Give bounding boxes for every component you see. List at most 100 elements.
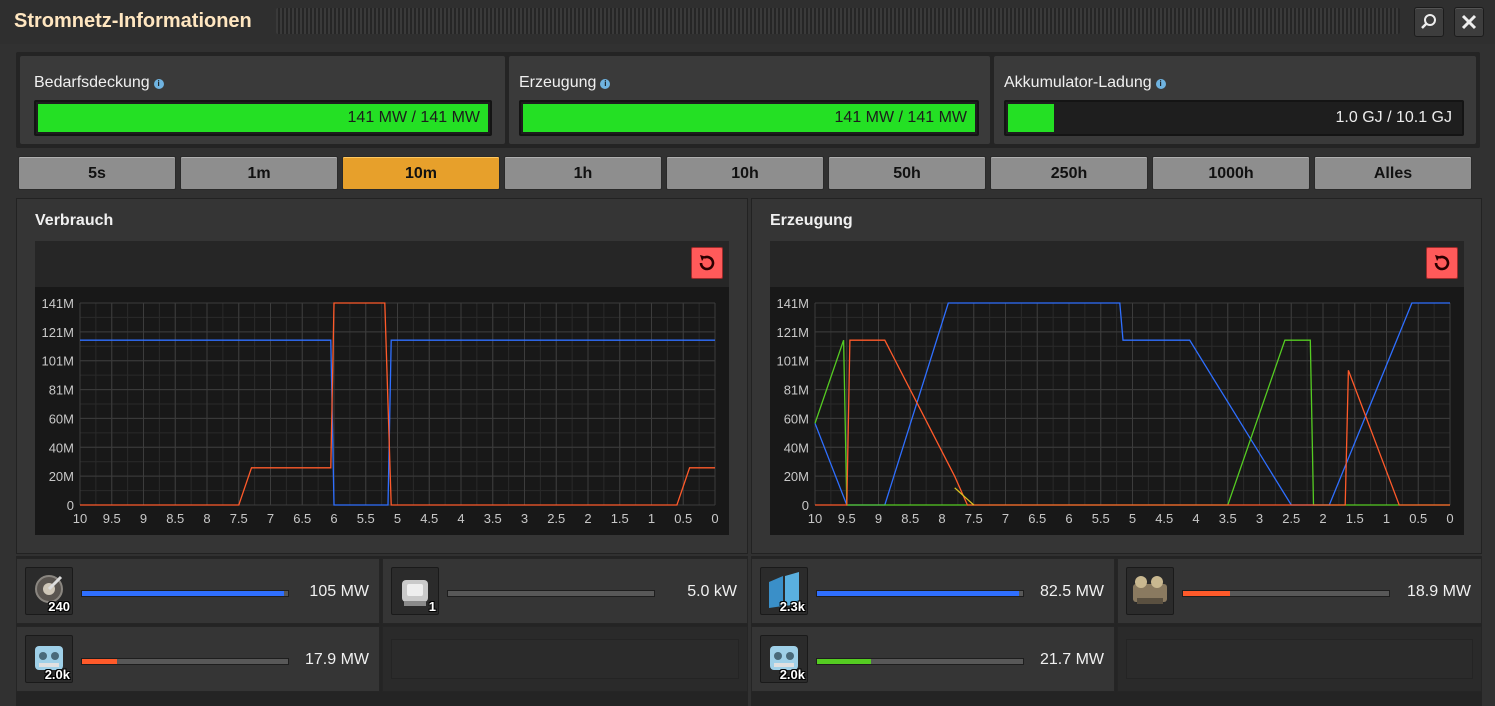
- x-tick-label: 3.5: [484, 511, 502, 526]
- x-tick-label: 8: [938, 511, 945, 526]
- stats-section: Bedarfsdeckung i 141 MW / 141 MW Erzeugun…: [16, 52, 1480, 148]
- x-tick-label: 6: [330, 511, 337, 526]
- tab-10h[interactable]: 10h: [666, 156, 824, 190]
- search-button[interactable]: [1414, 7, 1444, 37]
- x-tick-label: 2.5: [1282, 511, 1300, 526]
- accumulator-icon: 2.0k: [25, 635, 73, 683]
- bar-fill: [1008, 104, 1054, 132]
- x-tick-label: 4.5: [1155, 511, 1173, 526]
- stat-label: Bedarfsdeckung: [34, 74, 150, 91]
- output-fill: [817, 659, 871, 664]
- tab-1m[interactable]: 1m: [180, 156, 338, 190]
- y-tick-label: 121M: [776, 325, 809, 340]
- y-tick-label: 60M: [49, 411, 74, 426]
- list-item[interactable]: 1 5.0 kW: [382, 558, 748, 624]
- usage-fill: [82, 659, 118, 664]
- panel-title: Verbrauch: [35, 212, 114, 229]
- tab-1000h[interactable]: 1000h: [1152, 156, 1310, 190]
- y-tick-label: 40M: [784, 440, 809, 455]
- x-tick-label: 1.5: [611, 511, 629, 526]
- x-tick-label: 5.5: [357, 511, 375, 526]
- x-tick-label: 7.5: [965, 511, 983, 526]
- power-grid-window: Stromnetz-Informationen Bedarfsdeckung i …: [0, 0, 1495, 706]
- x-tick-label: 9: [140, 511, 147, 526]
- x-tick-label: 3.5: [1219, 511, 1237, 526]
- accumulator-icon: 2.0k: [760, 635, 808, 683]
- usage-value: 5.0 kW: [687, 583, 737, 600]
- x-tick-label: 0.5: [1409, 511, 1427, 526]
- info-icon[interactable]: i: [600, 79, 611, 89]
- x-tick-label: 9.5: [838, 511, 856, 526]
- empty-slot: [1117, 626, 1482, 692]
- usage-value: 105 MW: [309, 583, 369, 600]
- info-icon[interactable]: i: [153, 79, 164, 89]
- tab-1h[interactable]: 1h: [504, 156, 662, 190]
- x-tick-label: 0.5: [674, 511, 692, 526]
- y-tick-label: 60M: [784, 411, 809, 426]
- close-button[interactable]: [1454, 7, 1484, 37]
- list-item[interactable]: 240 105 MW: [16, 558, 380, 624]
- list-item[interactable]: 2.0k 17.9 MW: [16, 626, 380, 692]
- tab-250h[interactable]: 250h: [990, 156, 1148, 190]
- consumption-panel: Verbrauch 0 20M 40M 60M 81M 101M 121M 141M 10 9.5…: [16, 198, 748, 554]
- x-tick-label: 4: [1192, 511, 1199, 526]
- x-tick-label: 7: [267, 511, 274, 526]
- graph-header: [770, 241, 1464, 287]
- x-tick-label: 4.5: [420, 511, 438, 526]
- tab-10m[interactable]: 10m: [342, 156, 500, 190]
- x-tick-label: 7.5: [230, 511, 248, 526]
- reset-icon: [1434, 255, 1450, 271]
- list-item[interactable]: 2.0k 21.7 MW: [751, 626, 1115, 692]
- x-tick-label: 6.5: [1028, 511, 1046, 526]
- reset-zoom-button[interactable]: [691, 247, 723, 279]
- x-tick-label: 0: [711, 511, 718, 526]
- output-value: 18.9 MW: [1406, 583, 1471, 600]
- y-tick-label: 101M: [41, 354, 74, 369]
- production-chart[interactable]: 0 20M 40M 60M 81M 101M 121M 141M 10 9.5 9 8.5 8 7.5 7 6…: [770, 287, 1464, 535]
- steam-engine-icon: [1126, 567, 1174, 615]
- production-bar: 141 MW / 141 MW: [519, 100, 979, 136]
- time-range-tabs: 5s 1m 10m 1h 10h 50h 250h 1000h Alles: [16, 154, 1480, 194]
- reset-icon: [699, 255, 715, 271]
- production-panel: Erzeugung 0 20M 40M 60M 81M 101M 121M 141M 10 9.5…: [751, 198, 1482, 554]
- graph-header: [35, 241, 729, 287]
- x-tick-label: 10: [808, 511, 822, 526]
- stat-label: Erzeugung: [519, 74, 597, 91]
- x-tick-label: 0: [1446, 511, 1453, 526]
- window-title: Stromnetz-Informationen: [14, 10, 252, 32]
- title-bar[interactable]: Stromnetz-Informationen: [0, 0, 1495, 44]
- satisfaction-bar: 141 MW / 141 MW: [34, 100, 492, 136]
- x-tick-label: 1: [648, 511, 655, 526]
- tab-50h[interactable]: 50h: [828, 156, 986, 190]
- y-tick-label: 141M: [41, 296, 74, 311]
- x-tick-label: 1: [1383, 511, 1390, 526]
- x-tick-label: 10: [73, 511, 87, 526]
- x-tick-label: 3: [1256, 511, 1263, 526]
- y-tick-label: 81M: [784, 383, 809, 398]
- bar-value: 141 MW / 141 MW: [834, 109, 967, 126]
- usage-bar: [447, 590, 655, 597]
- tab-5s[interactable]: 5s: [18, 156, 176, 190]
- list-item[interactable]: 2.3k 82.5 MW: [751, 558, 1115, 624]
- reset-zoom-button[interactable]: [1426, 247, 1458, 279]
- tab-all[interactable]: Alles: [1314, 156, 1472, 190]
- usage-bar: [81, 590, 289, 597]
- consumer-list: 240 105 MW 1 5.0 kW 2.0k 17.9 MW: [16, 556, 748, 706]
- consumption-chart[interactable]: 0 20M 40M 60M 81M 101M 121M 141M 10 9.5 9 8.5 8 7.5 7 6…: [35, 287, 729, 535]
- x-tick-label: 6: [1065, 511, 1072, 526]
- y-tick-label: 40M: [49, 440, 74, 455]
- x-tick-label: 8.5: [166, 511, 184, 526]
- x-tick-label: 2: [1319, 511, 1326, 526]
- entity-count: 240: [48, 599, 70, 614]
- y-tick-label: 121M: [41, 325, 74, 340]
- entity-count: 2.0k: [779, 667, 805, 682]
- x-tick-label: 5: [1129, 511, 1136, 526]
- drag-handle[interactable]: [276, 8, 1400, 34]
- info-icon[interactable]: i: [1155, 79, 1166, 89]
- x-tick-label: 8: [203, 511, 210, 526]
- panel-title: Erzeugung: [770, 212, 853, 229]
- x-tick-label: 9.5: [103, 511, 121, 526]
- list-item[interactable]: 18.9 MW: [1117, 558, 1482, 624]
- y-tick-label: 81M: [49, 383, 74, 398]
- output-bar: [816, 658, 1024, 665]
